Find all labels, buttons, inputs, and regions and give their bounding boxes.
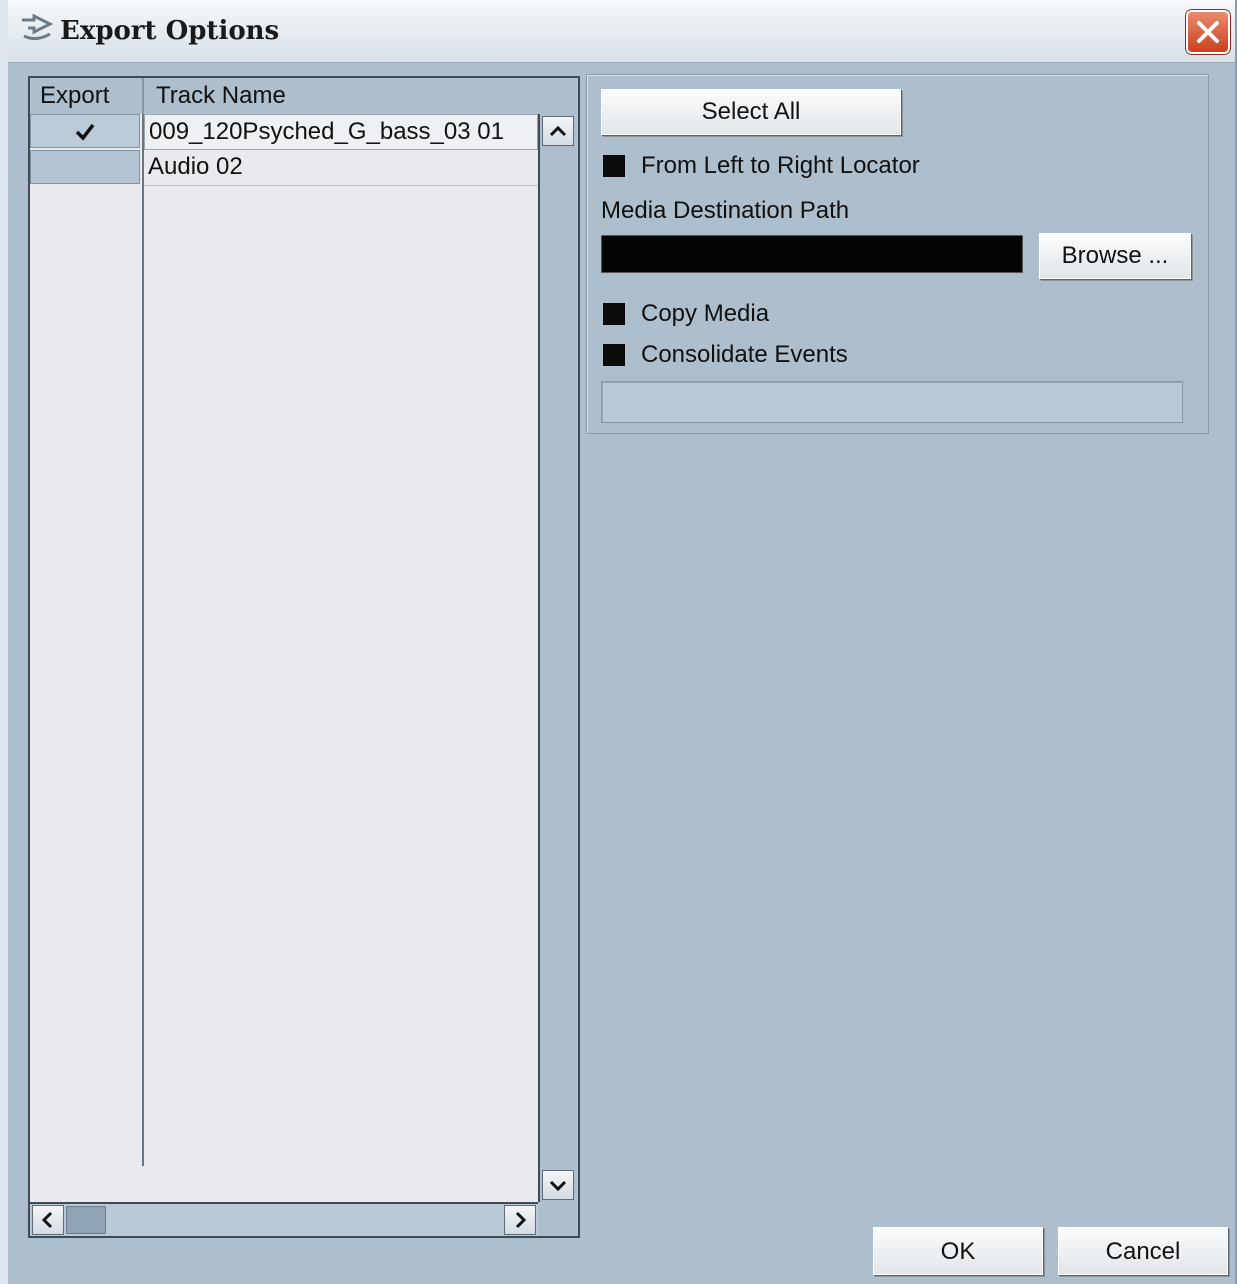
window-title: Export Options — [60, 16, 280, 46]
media-destination-path-label: Media Destination Path — [601, 197, 850, 224]
progress-bar — [601, 381, 1183, 423]
export-toggle[interactable] — [30, 150, 140, 184]
track-name-cell[interactable]: 009_120Psyched_G_bass_03 01 — [144, 114, 538, 150]
consolidate-events-label: Consolidate Events — [641, 341, 848, 368]
vertical-scrollbar[interactable] — [538, 114, 578, 1202]
chevron-left-icon — [41, 1211, 53, 1229]
table-row[interactable]: Audio 02 — [30, 150, 538, 186]
browse-button[interactable]: Browse ... — [1039, 233, 1191, 279]
close-button[interactable] — [1186, 10, 1230, 54]
export-toggle[interactable] — [30, 114, 140, 148]
column-header-track-name[interactable]: Track Name — [144, 78, 580, 114]
cancel-button[interactable]: Cancel — [1058, 1227, 1228, 1275]
track-list-panel: Export Track Name 009_120Psyched_G_bass_… — [28, 76, 580, 1238]
copy-media-label: Copy Media — [641, 300, 770, 327]
close-icon — [1197, 21, 1219, 43]
consolidate-events-checkbox[interactable] — [603, 344, 625, 366]
from-left-to-right-locator-checkbox[interactable] — [603, 155, 625, 177]
column-divider — [142, 114, 144, 1166]
scroll-right-button[interactable] — [504, 1205, 536, 1235]
chevron-up-icon — [549, 125, 567, 137]
track-name-cell[interactable]: Audio 02 — [144, 150, 538, 186]
title-bar: Export Options — [8, 0, 1235, 63]
app-icon — [20, 13, 54, 42]
table-row[interactable]: 009_120Psyched_G_bass_03 01 — [30, 114, 538, 150]
chevron-down-icon — [549, 1180, 567, 1192]
copy-media-checkbox[interactable] — [603, 303, 625, 325]
horizontal-scrollbar[interactable] — [30, 1202, 538, 1236]
scroll-left-button[interactable] — [32, 1205, 64, 1235]
track-table-body: 009_120Psyched_G_bass_03 01 Audio 02 — [30, 114, 538, 1202]
select-all-button[interactable]: Select All — [601, 89, 901, 135]
column-header-export[interactable]: Export — [30, 78, 144, 114]
export-options-panel: Select All From Left to Right Locator Me… — [586, 74, 1209, 434]
scroll-down-button[interactable] — [542, 1170, 574, 1200]
ok-button[interactable]: OK — [873, 1227, 1043, 1275]
horizontal-scroll-thumb[interactable] — [66, 1206, 106, 1234]
from-left-to-right-locator-label: From Left to Right Locator — [641, 152, 920, 179]
scroll-up-button[interactable] — [542, 116, 574, 146]
chevron-right-icon — [515, 1211, 527, 1229]
export-options-dialog: Export Options Export Track Name 009_120… — [0, 0, 1237, 1284]
checkmark-icon — [75, 123, 95, 141]
media-destination-path-field[interactable] — [601, 235, 1023, 273]
